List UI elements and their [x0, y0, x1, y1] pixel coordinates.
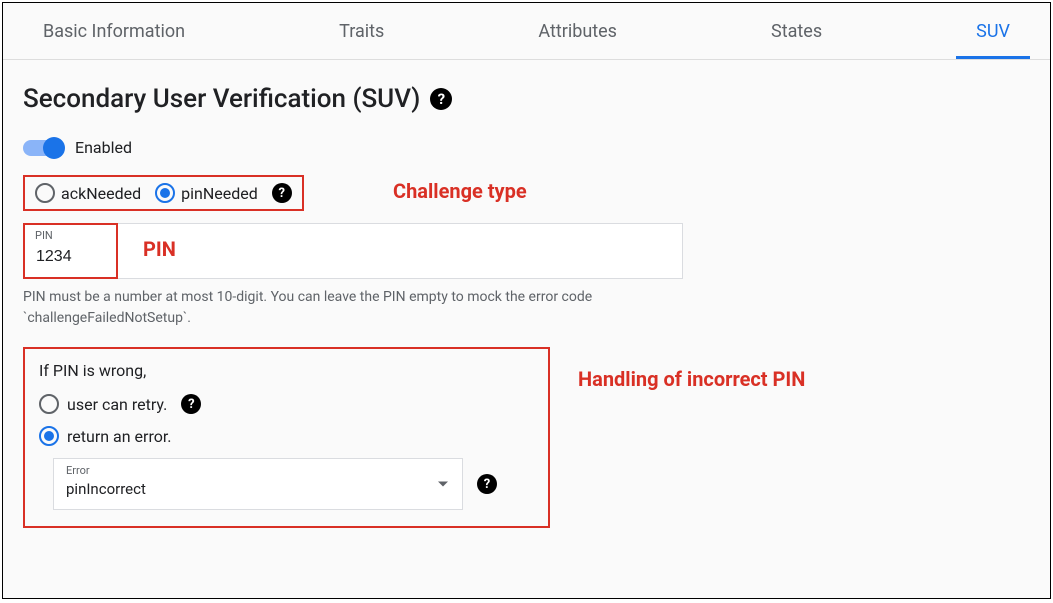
ack-needed-label: ackNeeded	[61, 184, 141, 203]
pin-helper-text: PIN must be a number at most 10-digit. Y…	[23, 287, 683, 329]
annotation-incorrect-pin: Handling of incorrect PIN	[578, 365, 805, 393]
retry-radio[interactable]	[39, 394, 59, 414]
page-title: Secondary User Verification (SUV)	[23, 84, 420, 114]
help-icon[interactable]: ?	[272, 183, 292, 203]
return-error-radio[interactable]	[39, 426, 59, 446]
enabled-label: Enabled	[75, 138, 132, 157]
tab-bar: Basic Information Traits Attributes Stat…	[3, 3, 1050, 60]
enabled-toggle[interactable]	[23, 140, 63, 156]
pin-input[interactable]	[23, 223, 683, 279]
pin-needed-label: pinNeeded	[181, 184, 258, 203]
help-icon[interactable]: ?	[477, 474, 497, 494]
challenge-type-box: ackNeeded pinNeeded ?	[23, 175, 304, 211]
annotation-pin: PIN	[143, 237, 176, 261]
tab-basic-information[interactable]: Basic Information	[23, 3, 205, 59]
tab-states[interactable]: States	[751, 3, 842, 59]
incorrect-pin-handling-box: If PIN is wrong, user can retry. ? retur…	[23, 347, 550, 528]
return-error-label: return an error.	[67, 427, 172, 446]
tab-traits[interactable]: Traits	[319, 3, 404, 59]
tab-attributes[interactable]: Attributes	[518, 3, 637, 59]
error-heading: If PIN is wrong,	[39, 361, 534, 380]
help-icon[interactable]: ?	[430, 88, 452, 110]
error-select-float-label: Error	[66, 464, 90, 477]
pin-float-label: PIN	[35, 229, 53, 242]
chevron-down-icon	[438, 482, 448, 487]
annotation-challenge-type: Challenge type	[393, 179, 527, 203]
retry-label: user can retry.	[67, 395, 167, 414]
help-icon[interactable]: ?	[181, 394, 201, 414]
tab-suv[interactable]: SUV	[956, 3, 1030, 59]
error-select[interactable]: Error pinIncorrect	[53, 458, 463, 510]
error-select-value: pinIncorrect	[66, 480, 146, 498]
toggle-knob	[43, 137, 65, 159]
ack-needed-radio[interactable]	[35, 183, 55, 203]
pin-needed-radio[interactable]	[155, 183, 175, 203]
